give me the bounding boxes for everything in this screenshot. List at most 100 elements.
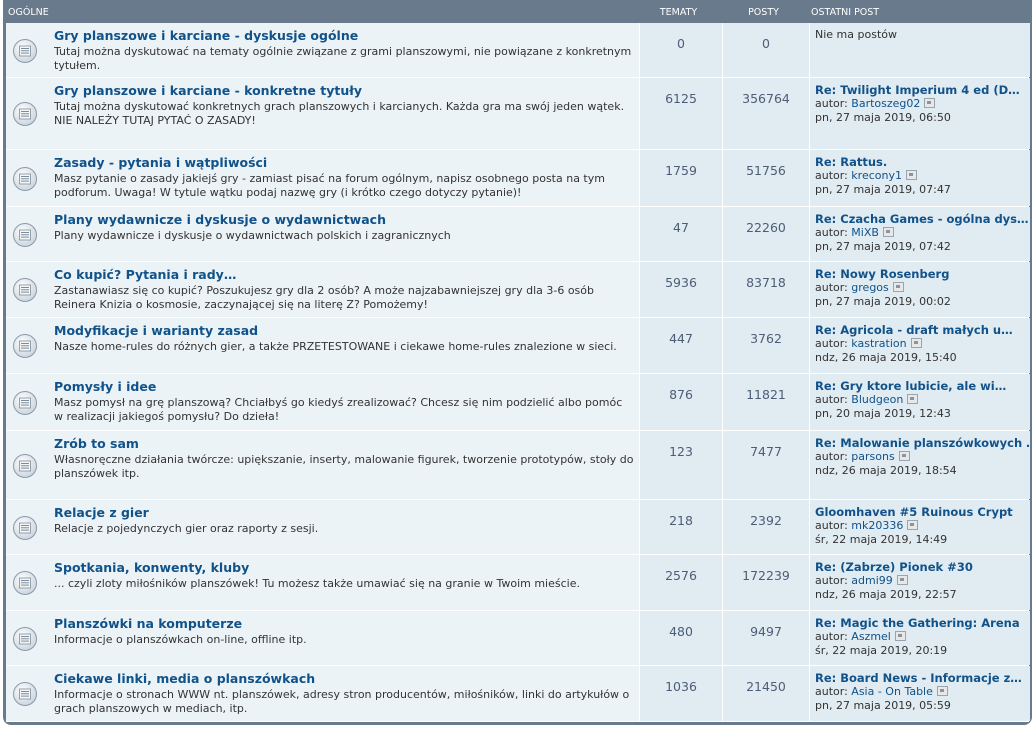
forum-read-icon	[12, 570, 38, 596]
header-posts: POSTY	[748, 7, 779, 18]
last-post-author[interactable]: MiXB	[851, 226, 879, 239]
forum-title-link[interactable]: Co kupić? Pytania i rady…	[54, 267, 236, 282]
forum-row: Modyfikacje i warianty zasad Nasze home-r…	[6, 318, 1030, 374]
posts-cell: 21450	[722, 666, 809, 721]
forum-title-link[interactable]: Plany wydawnicze i dyskusje o wydawnictw…	[54, 212, 386, 227]
last-post-date: ndz, 26 maja 2019, 15:40	[815, 351, 957, 364]
forum-row: Zasady - pytania i wątpliwości Masz pytan…	[6, 150, 1030, 207]
forum-title-link[interactable]: Gry planszowe i karciane - dyskusje ogól…	[54, 28, 358, 43]
forum-row: Gry planszowe i karciane - konkretne tyt…	[6, 78, 1030, 150]
forum-title-link[interactable]: Pomysły i idee	[54, 379, 156, 394]
forum-title-link[interactable]: Zrób to sam	[54, 436, 139, 451]
posts-cell: 83718	[722, 262, 809, 317]
last-post-link[interactable]: Re: Rattus.	[815, 155, 1029, 169]
view-latest-post-icon[interactable]	[910, 338, 922, 348]
forum-title-link[interactable]: Zasady - pytania i wątpliwości	[54, 155, 267, 170]
forum-cell: Pomysły i idee Masz pomysł na grę planszo…	[6, 374, 638, 430]
forum-row: Zrób to sam Własnoręczne działania twórcz…	[6, 431, 1030, 500]
topics-cell: 480	[639, 611, 722, 665]
forum-description: Nasze home-rules do różnych gier, a takż…	[54, 340, 617, 353]
last-post-link[interactable]: Gloomhaven #5 Ruinous Crypt	[815, 505, 1029, 519]
posts-count: 9497	[750, 624, 782, 639]
last-post-link[interactable]: Re: Twilight Imperium 4 ed (D…	[815, 83, 1029, 97]
view-latest-post-icon[interactable]	[892, 282, 904, 292]
last-post-link[interactable]: Re: Magic the Gathering: Arena	[815, 616, 1029, 630]
forum-description: Plany wydawnicze i dyskusje o wydawnictw…	[54, 229, 451, 242]
view-latest-post-icon[interactable]	[907, 394, 919, 404]
forum-read-icon	[12, 101, 38, 127]
forum-row: Ciekawe linki, media o planszówkach Infor…	[6, 666, 1030, 722]
last-post-date: śr, 22 maja 2019, 20:19	[815, 644, 948, 657]
last-post-link[interactable]: Re: Gry ktore lubicie, ale wi…	[815, 379, 1029, 393]
forum-description-block: Tutaj można dyskutować konkretnych grach…	[54, 100, 634, 128]
last-post-info: Re: Twilight Imperium 4 ed (D… autor: Bar…	[815, 83, 1029, 125]
last-post-date: pn, 27 maja 2019, 06:50	[815, 111, 951, 124]
last-post-author[interactable]: Aszmel	[851, 630, 891, 643]
forum-title-link[interactable]: Spotkania, konwenty, kluby	[54, 560, 249, 575]
last-post-cell: Re: Board News - Informacje z… autor: Asi…	[809, 666, 1030, 721]
last-post-author-label: autor:	[815, 393, 848, 406]
forum-title-link[interactable]: Planszówki na komputerze	[54, 616, 242, 631]
forum-read-icon	[12, 626, 38, 652]
header-category-title[interactable]: OGÓLNE	[8, 7, 49, 18]
last-post-link[interactable]: Re: Agricola - draft małych u…	[815, 323, 1029, 337]
last-post-author[interactable]: kastration	[851, 337, 906, 350]
last-post-author[interactable]: mk20336	[851, 519, 903, 532]
last-post-author[interactable]: Asia - On Table	[851, 685, 933, 698]
topics-cell: 1759	[639, 150, 722, 206]
view-latest-post-icon[interactable]	[936, 686, 948, 696]
forum-title-link[interactable]: Gry planszowe i karciane - konkretne tyt…	[54, 83, 362, 98]
posts-cell: 3762	[722, 318, 809, 373]
view-latest-post-icon[interactable]	[894, 631, 906, 641]
last-post-date: pn, 27 maja 2019, 05:59	[815, 699, 951, 712]
forum-description-block: Masz pomysł na grę planszową? Chciałbyś …	[54, 396, 634, 424]
forum-description: Relacje z pojedynczych gier oraz raporty…	[54, 522, 319, 535]
last-post-author[interactable]: krecony1	[851, 169, 902, 182]
topics-count: 876	[669, 387, 693, 402]
forum-read-icon	[12, 681, 38, 707]
last-post-link[interactable]: Re: (Zabrze) Pionek #30	[815, 560, 1029, 574]
last-post-link[interactable]: Re: Nowy Rosenberg	[815, 267, 1029, 281]
last-post-author[interactable]: parsons	[851, 450, 894, 463]
forum-read-icon	[12, 515, 38, 541]
topics-cell: 123	[639, 431, 722, 499]
view-latest-post-icon[interactable]	[898, 451, 910, 461]
last-post-author[interactable]: Bludgeon	[851, 393, 903, 406]
view-latest-post-icon[interactable]	[924, 98, 936, 108]
last-post-date: ndz, 26 maja 2019, 22:57	[815, 588, 957, 601]
last-post-author[interactable]: admi99	[851, 574, 893, 587]
forum-title-link[interactable]: Modyfikacje i warianty zasad	[54, 323, 258, 338]
forum-description: Informacje o stronach WWW nt. planszówek…	[54, 688, 630, 715]
last-post-link[interactable]: Re: Malowanie planszówkowych …	[815, 436, 1029, 450]
forum-row: Planszówki na komputerze Informacje o pla…	[6, 611, 1030, 666]
forum-rows: Gry planszowe i karciane - dyskusje ogól…	[6, 23, 1030, 722]
posts-count: 11821	[746, 387, 786, 402]
forum-description: Tutaj można dyskutować konkretnych grach…	[54, 100, 625, 113]
forum-read-icon	[12, 166, 38, 192]
last-post-date: pn, 27 maja 2019, 07:42	[815, 240, 951, 253]
topics-count: 447	[669, 331, 693, 346]
posts-cell: 2392	[722, 500, 809, 554]
forum-title-link[interactable]: Relacje z gier	[54, 505, 149, 520]
last-post-link[interactable]: Re: Czacha Games - ogólna dys…	[815, 212, 1029, 226]
last-post-author[interactable]: gregos	[851, 281, 888, 294]
forum-description-block: Plany wydawnicze i dyskusje o wydawnictw…	[54, 229, 634, 243]
forum-cell: Ciekawe linki, media o planszówkach Infor…	[6, 666, 638, 721]
last-post-author[interactable]: Bartoszeg02	[851, 97, 920, 110]
forum-description-block: Informacje o planszówkach on-line, offli…	[54, 633, 634, 647]
view-latest-post-icon[interactable]	[905, 170, 917, 180]
topics-count: 5936	[665, 275, 697, 290]
view-latest-post-icon[interactable]	[907, 520, 919, 530]
forum-title-link[interactable]: Ciekawe linki, media o planszówkach	[54, 671, 315, 686]
posts-cell: 22260	[722, 207, 809, 261]
last-post-link[interactable]: Re: Board News - Informacje z…	[815, 671, 1029, 685]
forum-read-icon	[12, 38, 38, 64]
forum-row: Pomysły i idee Masz pomysł na grę planszo…	[6, 374, 1030, 431]
last-post-cell: Re: Nowy Rosenberg autor: gregos pn, 27 ma…	[809, 262, 1030, 317]
last-post-cell: Re: Agricola - draft małych u… autor: kas…	[809, 318, 1030, 373]
forum-row: Plany wydawnicze i dyskusje o wydawnictw…	[6, 207, 1030, 262]
view-latest-post-icon[interactable]	[882, 227, 894, 237]
view-latest-post-icon[interactable]	[896, 575, 908, 585]
topics-cell: 447	[639, 318, 722, 373]
posts-cell: 11821	[722, 374, 809, 430]
